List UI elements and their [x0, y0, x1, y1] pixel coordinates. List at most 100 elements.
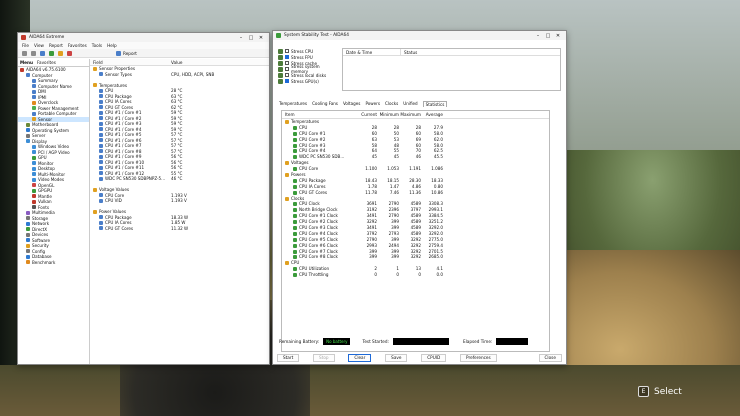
sensor-icon [99, 226, 103, 231]
sensor-icon [99, 154, 103, 159]
sensor-icon [99, 171, 103, 176]
checkbox[interactable] [285, 49, 289, 53]
tab-favorites[interactable]: Favorites [37, 60, 56, 65]
tab-menu[interactable]: Menu [20, 60, 33, 65]
close-icon[interactable]: ✕ [256, 35, 266, 41]
checkbox[interactable] [285, 73, 289, 77]
tree-item-icon [32, 199, 36, 204]
value-column-header[interactable]: Value [171, 59, 183, 65]
tab-statistics[interactable]: Statistics [422, 101, 448, 107]
status-bar: Remaining Battery: No battery Test Start… [279, 336, 562, 346]
tree-item-icon [26, 254, 30, 259]
minimize-icon[interactable]: – [533, 33, 543, 39]
tab-temperatures[interactable]: Temperatures [279, 101, 307, 107]
tree-item-icon [26, 227, 30, 232]
menu-file[interactable]: File [22, 43, 29, 48]
cpuid-button[interactable]: CPUID [421, 353, 447, 362]
tree-item-icon [32, 84, 36, 89]
tree-item-icon [32, 161, 36, 166]
sensor-icon [99, 176, 103, 181]
window-title: AIDA64 Extreme [29, 35, 65, 40]
refresh-icon[interactable] [49, 50, 54, 56]
maximum-column-header[interactable]: Maximum [399, 111, 421, 118]
sensor-icon [293, 267, 297, 272]
close-icon[interactable]: ✕ [553, 33, 563, 39]
tree-item-icon [26, 243, 30, 248]
hardware-icon [278, 72, 283, 78]
aida64-window: AIDA64 Extreme – □ ✕ File View Report Fa… [17, 32, 270, 365]
minimize-icon[interactable]: – [236, 35, 246, 41]
tree-item-icon [20, 67, 24, 72]
menu-report[interactable]: Report [49, 43, 63, 48]
stability-test-window: System Stability Test - AIDA64 – □ ✕ Str… [272, 30, 567, 365]
stats-item-label: CPU Throttling [299, 272, 329, 278]
item-column-header[interactable]: Item [282, 111, 355, 118]
report-button[interactable]: Report [116, 50, 137, 56]
checkbox[interactable] [285, 79, 289, 83]
tree-item-icon [32, 166, 36, 171]
checkbox[interactable] [284, 67, 289, 71]
back-icon[interactable] [22, 50, 27, 56]
tree-item[interactable]: Benchmark [18, 260, 89, 266]
tab-unified[interactable]: Unified [403, 101, 417, 107]
clear-button[interactable]: Clear [348, 353, 372, 362]
tree-item-icon [32, 106, 36, 111]
group-icon [93, 66, 97, 71]
menu-favorites[interactable]: Favorites [68, 43, 87, 48]
maximize-icon[interactable]: □ [543, 33, 553, 39]
tree-item-icon [26, 232, 30, 237]
stress-option[interactable]: Stress GPU(s) [278, 78, 338, 84]
tab-voltages[interactable]: Voltages [343, 101, 361, 107]
chart-icon[interactable] [67, 50, 72, 56]
forward-icon[interactable] [31, 50, 36, 56]
tab-powers[interactable]: Powers [365, 101, 380, 107]
checkbox[interactable] [285, 55, 289, 59]
save-button[interactable]: Save [385, 353, 408, 362]
sensor-icon [293, 202, 297, 207]
average-column-header[interactable]: Average [421, 111, 443, 118]
menu-tools[interactable]: Tools [92, 43, 102, 48]
group-icon [93, 187, 97, 192]
sensor-icon [293, 237, 297, 242]
details-value: 11.32 W [171, 225, 189, 231]
report-icon [116, 50, 121, 56]
start-button[interactable]: Start [277, 353, 300, 362]
menu-view[interactable]: View [34, 43, 44, 48]
menu-help[interactable]: Help [107, 43, 117, 48]
stress-options: Stress CPU Stress FPU Stress cache Stress s… [278, 48, 338, 84]
stats-max: 0 [418, 272, 421, 278]
preferences-button[interactable]: Preferences [460, 353, 497, 362]
checkbox[interactable] [285, 61, 289, 65]
e-key-icon: E [638, 386, 649, 397]
elapsed-time-value [496, 337, 529, 345]
battery-value: No battery [323, 337, 351, 345]
hardware-icon [278, 66, 283, 72]
status-column-header[interactable]: Status [401, 49, 417, 55]
datetime-column-header[interactable]: Date & Time [343, 49, 401, 55]
sst-titlebar: System Stability Test - AIDA64 – □ ✕ [273, 31, 566, 40]
sensor-icon [99, 165, 103, 170]
tree-item-icon [26, 249, 30, 254]
sensor-icon [293, 273, 297, 278]
sensor-icon [293, 208, 297, 213]
details-value: 46 °C [171, 176, 183, 181]
aida64-app-icon [21, 35, 26, 40]
tab-clocks[interactable]: Clocks [385, 101, 398, 107]
field-column-header[interactable]: Field [93, 59, 171, 65]
tree-item-icon [32, 111, 36, 116]
navigation-tree: AIDA64 v6.75.6100 Computer Summary Computer… [18, 67, 89, 265]
sensor-icon [99, 72, 103, 77]
group-icon [93, 83, 97, 88]
tab-cooling-fans[interactable]: Cooling Fans [312, 101, 338, 107]
close-button[interactable]: Close [538, 353, 562, 362]
current-column-header[interactable]: Current [355, 111, 377, 118]
user-icon[interactable] [58, 50, 63, 56]
status-log: Date & Time Status [342, 48, 561, 91]
maximize-icon[interactable]: □ [246, 35, 256, 41]
tree-item-icon [26, 238, 30, 243]
sensor-icon [293, 149, 297, 154]
up-icon[interactable] [40, 50, 45, 56]
stop-button[interactable]: Stop [313, 353, 335, 362]
game-select-hint[interactable]: E Select [638, 386, 682, 397]
minimum-column-header[interactable]: Minimum [377, 111, 399, 118]
